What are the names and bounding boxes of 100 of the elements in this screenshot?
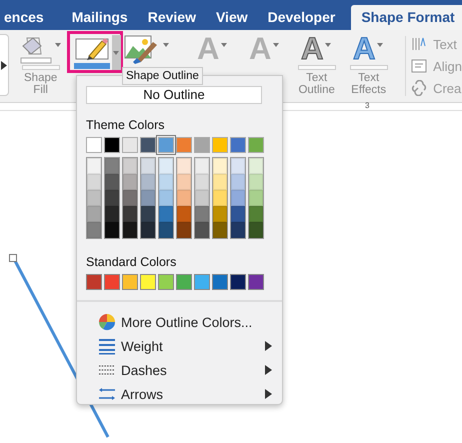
- color-swatch[interactable]: [140, 274, 156, 290]
- color-swatch[interactable]: [105, 190, 119, 206]
- text-style-icon: A: [196, 33, 220, 64]
- no-outline-button[interactable]: No Outline: [86, 86, 262, 104]
- color-swatch[interactable]: [105, 158, 119, 174]
- text-style-icon: A: [300, 33, 324, 64]
- color-bar: [22, 65, 60, 70]
- color-swatch[interactable]: [248, 137, 264, 153]
- color-swatch[interactable]: [231, 174, 245, 190]
- pencil-icon: [72, 36, 112, 70]
- resize-handle[interactable]: [9, 254, 17, 262]
- color-swatch[interactable]: [231, 206, 245, 222]
- menu-item[interactable]: Weight: [77, 334, 282, 358]
- color-bar: [350, 65, 388, 70]
- color-swatch[interactable]: [122, 137, 138, 153]
- color-swatch[interactable]: [123, 190, 137, 206]
- ribbon-tab[interactable]: Review: [138, 5, 206, 30]
- color-swatch[interactable]: [141, 190, 155, 206]
- color-swatch[interactable]: [141, 158, 155, 174]
- caret-icon: [324, 43, 331, 47]
- color-swatch[interactable]: [159, 158, 173, 174]
- color-swatch[interactable]: [158, 274, 174, 290]
- ribbon-tab[interactable]: Developer: [258, 5, 346, 30]
- color-swatch[interactable]: [230, 137, 246, 153]
- color-swatch[interactable]: [230, 274, 246, 290]
- color-swatch[interactable]: [213, 190, 227, 206]
- color-swatch[interactable]: [176, 137, 192, 153]
- color-swatch[interactable]: [213, 174, 227, 190]
- color-swatch[interactable]: [212, 137, 228, 153]
- color-swatch[interactable]: [231, 222, 245, 238]
- color-swatch[interactable]: [195, 174, 209, 190]
- color-swatch[interactable]: [249, 190, 263, 206]
- color-swatch[interactable]: [249, 158, 263, 174]
- color-swatch[interactable]: [87, 190, 101, 206]
- color-swatch[interactable]: [195, 158, 209, 174]
- caret-icon: [162, 43, 169, 47]
- color-swatch[interactable]: [86, 274, 102, 290]
- color-swatch[interactable]: [177, 222, 191, 238]
- color-swatch[interactable]: [249, 206, 263, 222]
- color-swatch[interactable]: [123, 222, 137, 238]
- color-swatch[interactable]: [105, 206, 119, 222]
- color-swatch[interactable]: [195, 206, 209, 222]
- ribbon-tab[interactable]: Shape Format: [351, 5, 462, 30]
- line-weight-icon: [98, 337, 116, 355]
- color-swatch[interactable]: [159, 206, 173, 222]
- color-swatch[interactable]: [195, 222, 209, 238]
- color-swatch[interactable]: [140, 137, 156, 153]
- ruler-number: 3: [365, 101, 370, 110]
- color-swatch[interactable]: [123, 158, 137, 174]
- color-swatch[interactable]: [105, 222, 119, 238]
- color-swatch[interactable]: [159, 190, 173, 206]
- color-swatch[interactable]: [87, 206, 101, 222]
- ribbon-tab[interactable]: View: [206, 5, 258, 30]
- color-swatch[interactable]: [87, 158, 101, 174]
- ribbon-tab[interactable]: ences: [0, 5, 62, 30]
- color-swatch[interactable]: [248, 274, 264, 290]
- color-swatch[interactable]: [231, 190, 245, 206]
- menu-item[interactable]: More Outline Colors...: [77, 310, 282, 334]
- color-swatch[interactable]: [249, 174, 263, 190]
- color-swatch[interactable]: [141, 174, 155, 190]
- color-swatch[interactable]: [86, 137, 102, 153]
- color-swatch[interactable]: [141, 206, 155, 222]
- color-swatch[interactable]: [122, 274, 138, 290]
- button-label: Text Effects: [350, 72, 388, 96]
- color-swatch[interactable]: [231, 158, 245, 174]
- text-direction-icon: [411, 36, 428, 52]
- color-swatch[interactable]: [141, 222, 155, 238]
- color-swatch[interactable]: [213, 206, 227, 222]
- color-swatch[interactable]: [176, 274, 192, 290]
- menu-item[interactable]: Arrows: [77, 382, 282, 406]
- button-label: Text Outline: [297, 72, 336, 96]
- color-swatch[interactable]: [159, 222, 173, 238]
- menu-item[interactable]: Dashes: [77, 358, 282, 382]
- color-swatch[interactable]: [87, 222, 101, 238]
- color-swatch[interactable]: [104, 137, 120, 153]
- color-swatch[interactable]: [194, 137, 210, 153]
- caret-icon: [113, 50, 120, 54]
- color-swatch[interactable]: [213, 222, 227, 238]
- color-swatch[interactable]: [177, 206, 191, 222]
- color-swatch[interactable]: [249, 222, 263, 238]
- color-swatch[interactable]: [104, 274, 120, 290]
- color-swatch[interactable]: [158, 137, 174, 153]
- color-swatch[interactable]: [177, 158, 191, 174]
- color-swatch[interactable]: [213, 158, 227, 174]
- color-swatch[interactable]: [105, 174, 119, 190]
- ribbon-button[interactable]: [66, 31, 123, 73]
- color-swatch[interactable]: [177, 190, 191, 206]
- color-swatch[interactable]: [123, 174, 137, 190]
- color-swatch[interactable]: [177, 174, 191, 190]
- scroll-button[interactable]: [0, 34, 9, 96]
- ribbon-tab[interactable]: Mailings: [62, 5, 138, 30]
- color-swatch[interactable]: [194, 274, 210, 290]
- color-swatch[interactable]: [87, 174, 101, 190]
- color-swatch[interactable]: [123, 206, 137, 222]
- color-wheel-icon: [98, 313, 116, 331]
- link-icon: [411, 80, 428, 96]
- caret-icon: [272, 43, 279, 47]
- color-swatch[interactable]: [159, 174, 173, 190]
- color-swatch[interactable]: [195, 190, 209, 206]
- color-swatch[interactable]: [212, 274, 228, 290]
